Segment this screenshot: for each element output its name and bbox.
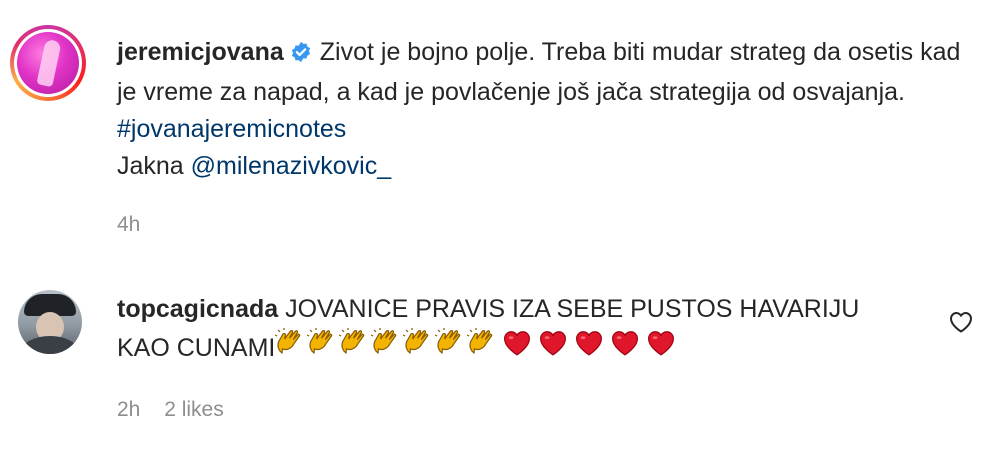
avatar-body-shape [22,336,78,354]
caption-body: jeremicjovana Zivot je bojno polje. Treba… [117,34,977,185]
caption-timestamp[interactable]: 4h [117,213,140,237]
comment-meta: 2h 2 likes [117,398,242,422]
avatar-image [17,32,79,94]
commenter-avatar[interactable] [18,290,82,354]
caption-mention-link[interactable]: @milenazivkovic_ [191,152,391,180]
caption-username[interactable]: jeremicjovana [117,38,284,66]
red-heart-emoji [535,330,571,361]
clapping-hands-emoji [307,328,339,361]
post-comments-panel: jeremicjovana Zivot je bojno polje. Treba… [0,0,1000,467]
comment-likes-count[interactable]: 2 likes [164,398,224,421]
clapping-hands-emoji [403,328,435,361]
caption-author-avatar[interactable] [10,25,86,101]
red-heart-emoji [571,330,607,361]
clapping-hands-emoji [467,328,499,361]
red-heart-emoji [607,330,643,361]
heart-outline-icon [950,312,972,333]
red-heart-emoji [499,330,535,361]
comment-timestamp[interactable]: 2h [117,398,140,421]
red-heart-emoji [643,330,679,361]
caption-hashtag-link[interactable]: #jovanajeremicnotes [117,115,346,143]
comment-username[interactable]: topcagicnada [117,295,278,323]
clapping-hands-emoji [435,328,467,361]
verified-badge-icon [290,37,312,74]
caption-jacket-label: Jakna [117,152,184,180]
comment-like-button[interactable] [947,308,975,336]
avatar-border [14,29,82,97]
clapping-hands-emoji [371,328,403,361]
clapping-hands-emoji [275,328,307,361]
comment-emoji-run [275,328,679,362]
clapping-hands-emoji [339,328,371,361]
comment-body: topcagicnada JOVANICE PRAVIS IZA SEBE PU… [117,290,917,367]
